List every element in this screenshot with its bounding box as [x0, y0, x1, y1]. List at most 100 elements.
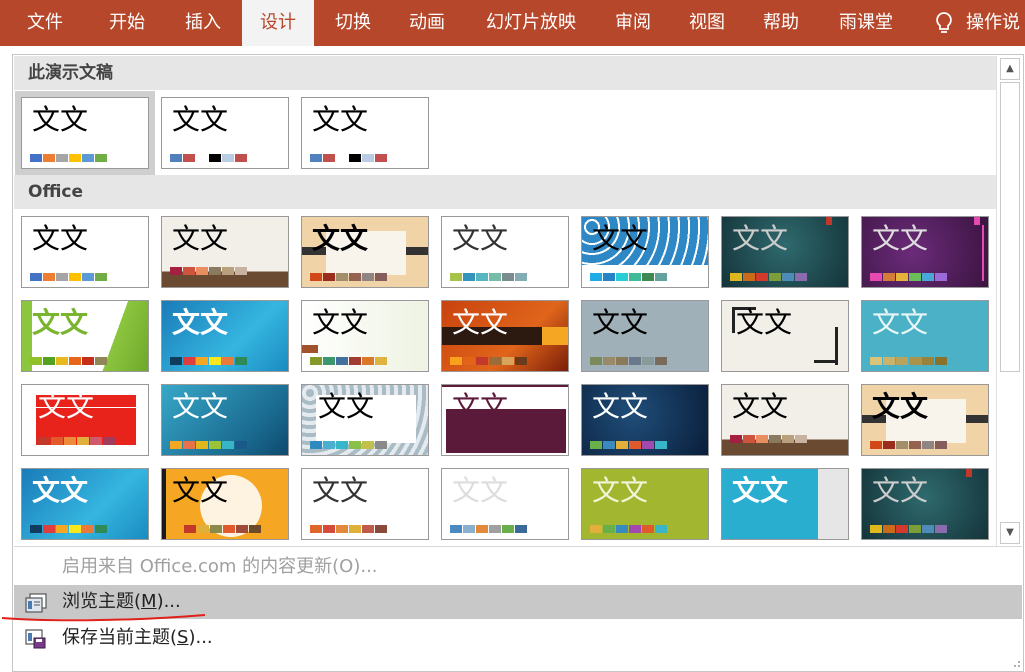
theme-thumb-organic[interactable]: 文文 [301, 300, 429, 372]
theme-sample-text: 文文 [872, 306, 929, 339]
theme-thumb-ion-boardroom[interactable]: 文文 [161, 300, 289, 372]
theme-thumb-wood-type[interactable]: 文文 [301, 216, 429, 288]
color-swatches [30, 525, 107, 533]
theme-thumb-frame-2[interactable]: 文文 [861, 468, 989, 540]
ribbon-tab-bar: 文件 开始 插入 设计 切换 动画 幻灯片放映 审阅 视图 帮助 雨课堂 操作说 [0, 0, 1025, 46]
save-current-theme-item[interactable]: 保存当前主题(S)... [14, 621, 1022, 655]
theme-thumb-current-1[interactable]: 文文 [21, 97, 149, 169]
color-swatches [30, 154, 107, 162]
theme-sample-text: 文文 [732, 474, 789, 507]
theme-sample-text: 文文 [592, 306, 649, 339]
theme-sample-text: 文文 [592, 390, 649, 423]
theme-sample-text: 文文 [32, 103, 89, 136]
tab-help[interactable]: 帮助 [750, 0, 812, 46]
theme-thumb-circuit[interactable]: 文文 [581, 216, 709, 288]
color-swatches [310, 154, 387, 162]
color-swatches [310, 357, 387, 365]
section-header-this-presentation: 此演示文稿 [14, 56, 996, 90]
theme-sample-text: 文文 [38, 390, 95, 423]
theme-sample-text: 文文 [32, 474, 89, 507]
color-swatches [170, 357, 247, 365]
resize-grip-icon[interactable] [1011, 658, 1021, 668]
tell-me-search[interactable]: 操作说 [966, 0, 1025, 46]
color-swatches [310, 525, 387, 533]
theme-sample-text: 文文 [172, 222, 229, 255]
color-swatches [170, 154, 247, 162]
theme-thumb-savon[interactable]: 文文 [721, 300, 849, 372]
color-swatches [450, 357, 527, 365]
theme-sample-text: 文文 [872, 390, 929, 423]
theme-sample-text: 文文 [172, 103, 229, 136]
theme-thumb-facet[interactable]: 文文 [21, 300, 149, 372]
theme-sample-text: 文文 [312, 222, 369, 255]
tab-insert[interactable]: 插入 [172, 0, 234, 46]
theme-thumb-retrospect[interactable]: 文文 [861, 300, 989, 372]
theme-thumb-red-banner[interactable]: 文文 [21, 384, 149, 456]
theme-thumb-dividend-light[interactable]: 文文 [441, 468, 569, 540]
color-swatches [30, 357, 107, 365]
theme-sample-text: 文文 [172, 306, 229, 339]
tab-animations[interactable]: 动画 [396, 0, 458, 46]
theme-thumb-headlines[interactable]: 文文 [581, 468, 709, 540]
color-swatches [170, 441, 247, 449]
theme-thumb-dividend[interactable]: 文文 [301, 384, 429, 456]
theme-sample-text: 文文 [172, 390, 229, 423]
color-swatches [590, 525, 667, 533]
theme-sample-text: 文文 [452, 390, 509, 423]
enable-updates-label: 启用来自 Office.com 的内容更新(O)... [62, 556, 378, 577]
lightbulb-icon[interactable] [932, 11, 956, 35]
color-swatches [590, 273, 667, 281]
theme-thumb-wisp[interactable]: 文文 [161, 384, 289, 456]
theme-thumb-quotable[interactable]: 文文 [301, 468, 429, 540]
tab-rain-classroom[interactable]: 雨课堂 [828, 0, 904, 46]
theme-sample-text: 文文 [32, 306, 89, 339]
theme-thumb-parcel[interactable]: 文文 [441, 384, 569, 456]
theme-sample-text: 文文 [732, 390, 789, 423]
color-swatches [38, 437, 115, 445]
save-theme-icon [25, 629, 46, 649]
theme-sample-text: 文文 [312, 306, 369, 339]
color-swatches [870, 441, 947, 449]
theme-thumb-main-event[interactable]: 文文 [721, 468, 849, 540]
theme-thumb-wood-type-2[interactable]: 文文 [861, 384, 989, 456]
theme-sample-text: 文文 [312, 103, 369, 136]
theme-thumb-mesh[interactable]: 文文 [581, 384, 709, 456]
theme-thumb-frame[interactable]: 文文 [721, 216, 849, 288]
save-theme-label: 保存当前主题(S)... [62, 627, 213, 648]
theme-thumb-ion[interactable]: 文文 [441, 216, 569, 288]
theme-thumb-slate[interactable]: 文文 [581, 300, 709, 372]
color-swatches [30, 273, 107, 281]
theme-sample-text: 文文 [172, 474, 229, 507]
theme-thumb-current-2[interactable]: 文文 [161, 97, 289, 169]
scroll-down-button[interactable]: ▼ [1000, 522, 1020, 544]
enable-office-updates-item: 启用来自 Office.com 的内容更新(O)... [14, 550, 1022, 584]
theme-sample-text: 文文 [872, 474, 929, 507]
theme-sample-text: 文文 [736, 306, 793, 339]
browse-themes-icon [25, 593, 47, 613]
tab-home[interactable]: 开始 [96, 0, 158, 46]
theme-thumb-berlin[interactable]: 文文 [861, 216, 989, 288]
theme-sample-text: 文文 [452, 474, 509, 507]
theme-thumb-ion-2[interactable]: 文文 [21, 468, 149, 540]
color-swatches [310, 441, 387, 449]
scrollbar-thumb[interactable] [1000, 82, 1020, 372]
theme-thumb-badge[interactable]: 文文 [161, 468, 289, 540]
tab-design[interactable]: 设计 [242, 0, 314, 46]
theme-thumb-current-3[interactable]: 文文 [301, 97, 429, 169]
tab-transitions[interactable]: 切换 [322, 0, 384, 46]
tab-slide-show[interactable]: 幻灯片放映 [476, 0, 586, 46]
theme-sample-text: 文文 [872, 222, 929, 255]
tab-file[interactable]: 文件 [14, 0, 76, 46]
theme-thumb-gallery-2[interactable]: 文文 [721, 384, 849, 456]
theme-thumb-gallery[interactable]: 文文 [161, 216, 289, 288]
tab-view[interactable]: 视图 [676, 0, 738, 46]
color-swatches [870, 273, 947, 281]
color-swatches [450, 525, 527, 533]
theme-sample-text: 文文 [318, 390, 375, 423]
theme-thumb-integral[interactable]: 文文 [441, 300, 569, 372]
theme-sample-text: 文文 [32, 222, 89, 255]
color-swatches [870, 357, 947, 365]
scroll-up-button[interactable]: ▲ [1000, 58, 1020, 80]
tab-review[interactable]: 审阅 [602, 0, 664, 46]
theme-thumb-office[interactable]: 文文 [21, 216, 149, 288]
